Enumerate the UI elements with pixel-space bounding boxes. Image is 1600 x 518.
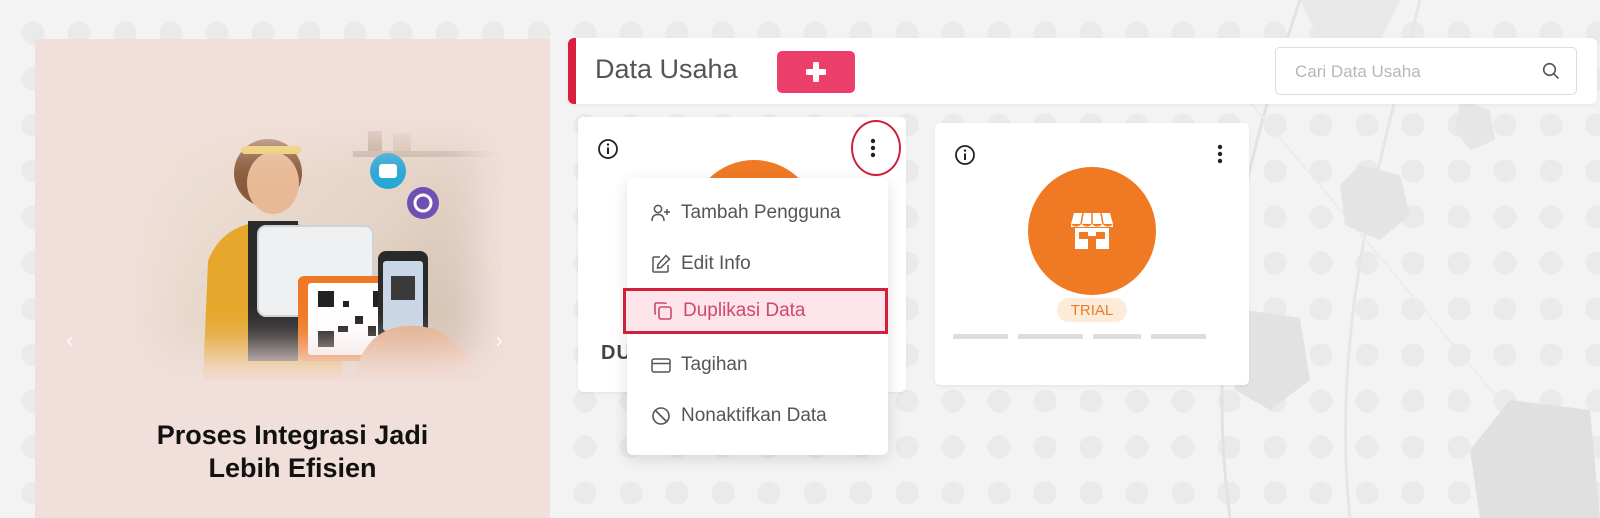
menu-item-label: Tambah Pengguna — [681, 202, 841, 223]
store-icon — [1071, 212, 1113, 249]
search-icon[interactable] — [1542, 62, 1560, 80]
annotation-highlight-circle — [851, 120, 901, 176]
info-icon[interactable] — [597, 138, 619, 160]
user-plus-icon — [651, 204, 670, 222]
store-avatar — [1028, 167, 1156, 295]
menu-item-billing[interactable]: Tagihan — [627, 340, 888, 390]
menu-item-edit-info[interactable]: Edit Info — [627, 239, 888, 289]
business-name-partial — [953, 329, 1223, 339]
promo-carousel: ‹ › Proses Integrasi Jadi Lebih Efisien — [35, 39, 550, 518]
search-input[interactable] — [1293, 60, 1537, 84]
more-options-icon[interactable] — [1216, 143, 1224, 165]
header-accent-bar — [568, 38, 576, 104]
menu-item-add-user[interactable]: Tambah Pengguna — [627, 188, 888, 238]
copy-icon — [654, 302, 672, 320]
promo-title-line1: Proses Integrasi Jadi — [156, 420, 429, 450]
page-title: Data Usaha — [595, 54, 738, 84]
plus-icon — [806, 62, 826, 82]
info-icon[interactable] — [954, 144, 976, 166]
page-header: Data Usaha — [568, 38, 1597, 104]
add-business-button[interactable] — [777, 51, 855, 93]
carousel-prev-button[interactable]: ‹ — [65, 329, 74, 354]
edit-icon — [652, 254, 671, 273]
ban-icon — [652, 407, 670, 425]
business-card[interactable]: TRIAL — [935, 123, 1249, 385]
menu-item-label: Edit Info — [681, 253, 751, 274]
menu-item-deactivate-data[interactable]: Nonaktifkan Data — [627, 391, 888, 441]
menu-item-duplicate-data[interactable]: Duplikasi Data — [623, 288, 888, 334]
carousel-next-button[interactable]: › — [495, 329, 504, 354]
promo-title: Proses Integrasi Jadi Lebih Efisien — [35, 419, 550, 485]
menu-item-label: Nonaktifkan Data — [681, 405, 827, 426]
search-box — [1275, 47, 1577, 95]
card-options-menu: Tambah Pengguna Edit Info Duplikasi Data… — [623, 178, 888, 455]
menu-item-label: Duplikasi Data — [683, 300, 806, 321]
promo-image — [123, 111, 503, 381]
menu-item-label: Tagihan — [681, 354, 748, 375]
trial-badge: TRIAL — [1057, 298, 1127, 322]
promo-title-line2: Lebih Efisien — [208, 453, 377, 483]
credit-card-icon — [651, 358, 671, 373]
